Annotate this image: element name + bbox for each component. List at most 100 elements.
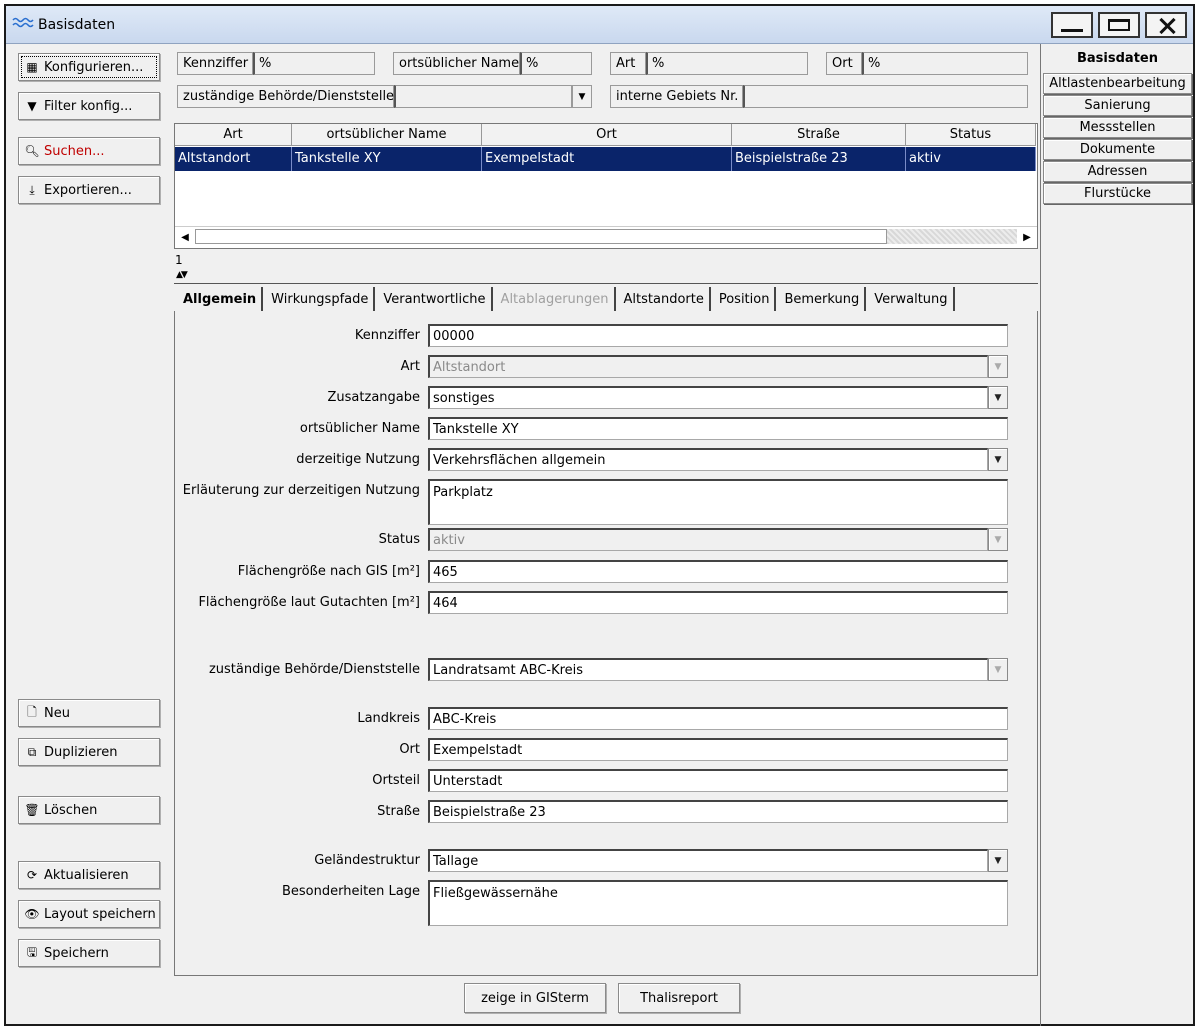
behoerde-select[interactable]: Landratsamt ABC-Kreis <box>428 658 988 681</box>
chevron-down-icon[interactable]: ▼ <box>572 85 592 108</box>
right-navigation: Basisdaten Altlastenbearbeitung Sanierun… <box>1043 46 1192 205</box>
kennziffer-label: Kennziffer <box>354 328 420 343</box>
refresh-icon: ⟳ <box>26 868 38 882</box>
tab-bemerkung[interactable]: Bemerkung <box>779 287 867 311</box>
main-window: Basisdaten ▦ Konfigurieren... ▼ Filter kon… <box>4 4 1195 1026</box>
chevron-down-icon: ▼ <box>988 355 1008 378</box>
maximize-button[interactable] <box>1098 12 1140 38</box>
tab-allgemein[interactable]: Allgemein <box>178 287 264 311</box>
save-button[interactable]: 🖫 Speichern <box>18 939 160 967</box>
search-button[interactable]: 🔍︎ Suchen... <box>18 137 160 165</box>
filter-gebiet-label: interne Gebiets Nr. <box>610 85 743 108</box>
thalisreport-button[interactable]: Thalisreport <box>618 983 740 1013</box>
filter-gebiet-input[interactable] <box>743 85 1028 108</box>
table-row[interactable]: Altstandort Tankstelle XY Exempelstadt B… <box>175 147 1036 171</box>
flaeche-gis-label: Flächengröße nach GIS [m²] <box>237 564 420 579</box>
strasse-label: Straße <box>377 804 420 819</box>
save-layout-button[interactable]: 👁 Layout speichern <box>18 900 160 928</box>
chevron-down-icon[interactable]: ▼ <box>988 386 1008 409</box>
grid-column-name[interactable]: ortsüblicher Name <box>292 124 482 146</box>
name-label: ortsüblicher Name <box>299 421 420 436</box>
filter-kennziffer-input[interactable]: % <box>253 52 375 75</box>
title-bar: Basisdaten <box>6 6 1193 44</box>
tab-separator <box>174 283 1038 284</box>
grid-column-status[interactable]: Status <box>906 124 1036 146</box>
scroll-left-icon[interactable]: ◀ <box>176 228 194 246</box>
new-button[interactable]: 🗋 Neu <box>18 699 160 727</box>
tab-position[interactable]: Position <box>714 287 777 311</box>
status-label: Status <box>378 532 420 547</box>
filter-art-label: Art <box>610 52 646 75</box>
chevron-down-icon[interactable]: ▼ <box>988 849 1008 872</box>
tab-wirkungspfade[interactable]: Wirkungspfade <box>266 287 376 311</box>
ort-field[interactable]: Exempelstadt <box>428 738 1008 761</box>
flaeche-gutachten-field[interactable]: 464 <box>428 591 1008 614</box>
erlaeuterung-textarea[interactable]: Parkplatz <box>428 479 1008 525</box>
export-button[interactable]: ⤓ Exportieren... <box>18 176 160 204</box>
detail-panel <box>174 311 1038 976</box>
scrollbar-track[interactable] <box>195 229 887 244</box>
window-title: Basisdaten <box>38 17 116 33</box>
zusatzangabe-label: Zusatzangabe <box>327 390 420 405</box>
nav-flurstuecke[interactable]: Flurstücke <box>1043 183 1192 204</box>
eye-icon: 👁 <box>24 907 40 921</box>
behoerde-label: zuständige Behörde/Dienststelle <box>208 662 420 677</box>
nutzung-label: derzeitige Nutzung <box>296 452 420 467</box>
filter-kennziffer-label: Kennziffer <box>177 52 253 75</box>
nav-basisdaten[interactable]: Basisdaten <box>1043 46 1192 72</box>
minimize-button[interactable] <box>1051 12 1093 38</box>
name-field[interactable]: Tankstelle XY <box>428 417 1008 440</box>
show-in-gisterm-button[interactable]: zeige in GISterm <box>464 983 606 1013</box>
scrollbar-thumb[interactable] <box>887 229 1017 244</box>
detail-tabbar: Allgemein Wirkungspfade Verantwortliche … <box>178 287 958 311</box>
ort-label: Ort <box>399 742 420 757</box>
kennziffer-field[interactable]: 00000 <box>428 324 1008 347</box>
nav-adressen[interactable]: Adressen <box>1043 161 1192 182</box>
filter-ort-input[interactable]: % <box>862 52 1028 75</box>
tab-verantwortliche[interactable]: Verantwortliche <box>378 287 493 311</box>
grid-column-ort[interactable]: Ort <box>482 124 732 146</box>
landkreis-field[interactable]: ABC-Kreis <box>428 707 1008 730</box>
filter-name-input[interactable]: % <box>520 52 592 75</box>
nav-sanierung[interactable]: Sanierung <box>1043 95 1192 116</box>
splitter-arrows-icon[interactable]: ▲▼ <box>176 270 188 280</box>
chevron-down-icon[interactable]: ▼ <box>988 658 1008 681</box>
tab-altstandorte[interactable]: Altstandorte <box>619 287 711 311</box>
chevron-down-icon[interactable]: ▼ <box>988 448 1008 471</box>
right-divider <box>1040 44 1041 1026</box>
close-button[interactable] <box>1145 12 1187 38</box>
tab-altablagerungen: Altablagerungen <box>496 287 616 311</box>
delete-button[interactable]: 🗑 Löschen <box>18 796 160 824</box>
filter-icon: ▼ <box>27 99 37 113</box>
horizontal-scrollbar[interactable]: ◀ ▶ <box>175 226 1037 246</box>
nutzung-select[interactable]: Verkehrsflächen allgemein <box>428 448 988 471</box>
ortsteil-field[interactable]: Unterstadt <box>428 769 1008 792</box>
ortsteil-label: Ortsteil <box>372 773 420 788</box>
grid-header: Art ortsüblicher Name Ort Straße Status <box>175 124 1036 146</box>
configure-button[interactable]: ▦ Konfigurieren... <box>18 53 160 81</box>
filter-art-input[interactable]: % <box>646 52 808 75</box>
filter-configure-button[interactable]: ▼ Filter konfig... <box>18 92 160 120</box>
tab-verwaltung[interactable]: Verwaltung <box>869 287 955 311</box>
grid-column-strasse[interactable]: Straße <box>732 124 906 146</box>
art-select: Altstandort <box>428 355 988 378</box>
grid-column-art[interactable]: Art <box>175 124 292 146</box>
gelaende-label: Geländestruktur <box>314 853 420 868</box>
grid-cell-name: Tankstelle XY <box>292 147 482 171</box>
filter-ort-label: Ort <box>826 52 862 75</box>
besonderheiten-label: Besonderheiten Lage <box>281 884 420 899</box>
refresh-button[interactable]: ⟳ Aktualisieren <box>18 861 160 889</box>
results-grid[interactable]: Art ortsüblicher Name Ort Straße Status … <box>174 123 1038 249</box>
water-waves-icon <box>12 17 34 28</box>
nav-messstellen[interactable]: Messstellen <box>1043 117 1192 138</box>
filter-behoerde-select[interactable] <box>394 85 572 108</box>
nav-dokumente[interactable]: Dokumente <box>1043 139 1192 160</box>
nav-altlastenbearbeitung[interactable]: Altlastenbearbeitung <box>1043 73 1192 94</box>
scroll-right-icon[interactable]: ▶ <box>1018 228 1036 246</box>
gelaende-select[interactable]: Tallage <box>428 849 988 872</box>
flaeche-gis-field[interactable]: 465 <box>428 560 1008 583</box>
zusatzangabe-select[interactable]: sonstiges <box>428 386 988 409</box>
besonderheiten-textarea[interactable]: Fließgewässernähe <box>428 880 1008 926</box>
strasse-field[interactable]: Beispielstraße 23 <box>428 800 1008 823</box>
duplicate-button[interactable]: ⧉ Duplizieren <box>18 738 160 766</box>
